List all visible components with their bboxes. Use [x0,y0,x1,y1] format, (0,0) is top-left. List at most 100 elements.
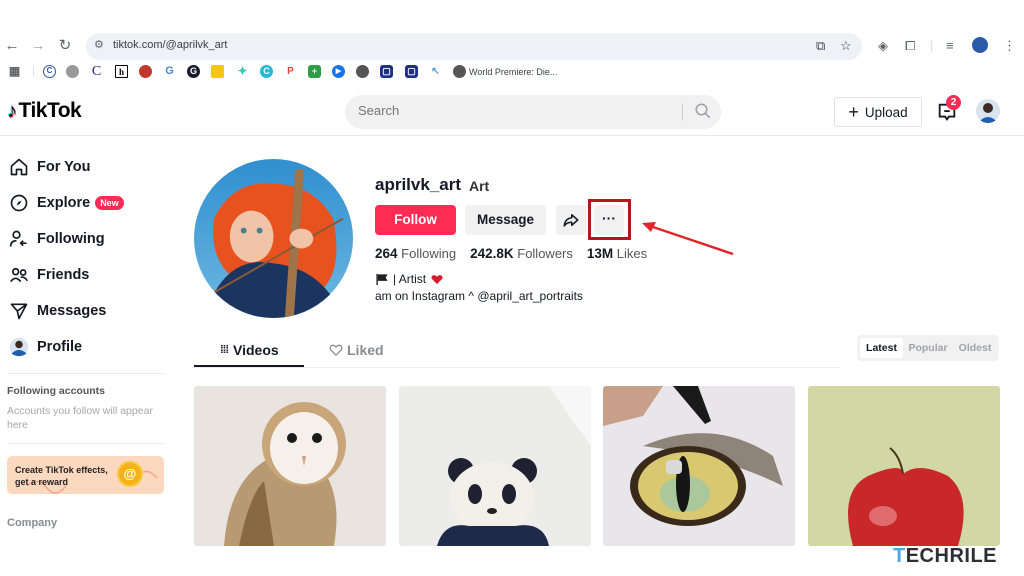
sidebar-item-explore[interactable]: Explore New [9,189,124,217]
sidebar-item-label: For You [37,159,91,175]
sidebar-item-friends[interactable]: Friends [9,261,89,289]
effects-coin-icon: @ [117,461,143,487]
search-input[interactable] [358,103,678,118]
media-control-icon[interactable]: ≡ [946,38,954,53]
bookmark-star-icon[interactable]: ☆ [840,38,852,54]
bookmark-label[interactable]: World Premiere: Die... [469,67,557,77]
stat-followers[interactable]: 242.8K Followers [470,246,573,261]
search-divider [682,103,683,121]
blue-play-icon[interactable]: ▶ [332,65,345,78]
bio-line-1: | Artist [375,272,444,286]
tab-label: Videos [233,342,279,358]
yellow-hat-icon[interactable] [211,65,224,78]
url-text[interactable]: tiktok.com/@aprilvk_art [113,39,227,51]
toolbar-divider: | [930,38,934,53]
watermark-text: ECHRILE [905,545,998,567]
logo-text: TikTok [18,99,82,122]
share-button[interactable] [556,205,586,235]
create-effects-card[interactable]: Create TikTok effects, get a reward @ [7,456,164,494]
sort-popular[interactable]: Popular [905,338,951,358]
sidebar-item-messages[interactable]: Messages [9,297,106,325]
stat-value: 242.8K [470,246,514,261]
tiktok-header: ♪ TikTok + Upload 2 [0,88,1024,136]
stat-value: 264 [375,246,398,261]
profile-username: aprilvk_art [375,175,461,194]
flag-icon [376,273,388,285]
sidebar-item-label: Following [37,231,105,247]
profile-nickname: Art [469,178,490,194]
sparkle-icon[interactable]: ✦ [236,65,249,78]
tiktok-note-icon: ♪ [7,99,17,122]
search-icon[interactable] [694,102,712,120]
reload-icon[interactable]: ↻ [55,36,75,56]
sort-toggle: Latest Popular Oldest [857,335,999,361]
tab-liked[interactable]: Liked [329,342,384,358]
sidebar-item-following[interactable]: Following [9,225,105,253]
following-accounts-heading: Following accounts [7,385,106,397]
grid-icon: ⁞⁞⁞ [220,344,229,356]
video-thumbnail-owl[interactable] [194,386,386,546]
canva-icon[interactable]: C [260,65,273,78]
video-thumbnail-cat-eye[interactable] [603,386,795,546]
sidebar-item-label: Messages [37,303,107,319]
bookmarks-bar: ▦ | C C h G G ✦ C P + ▶ ▢ ▢ ↖ World Prem… [0,62,1024,84]
letter-c-icon[interactable]: C [90,65,103,79]
apps-grid-icon[interactable]: ▦ [8,65,21,78]
sidebar-divider [7,443,164,444]
cursor-icon[interactable]: ↖ [429,65,442,78]
site-info-icon[interactable]: ⚙ [94,38,104,51]
friends-icon [10,267,29,283]
annotation-highlight-box [588,199,631,240]
sidebar-item-profile[interactable]: Profile [9,333,82,361]
upload-label: Upload [864,104,908,120]
shield-extension-icon[interactable]: ◈ [878,38,888,54]
extensions-icon[interactable]: ⧠ [905,38,915,54]
send-icon [10,303,28,320]
sort-latest[interactable]: Latest [860,338,903,358]
stat-following[interactable]: 264 Following [375,246,456,261]
plus-icon: + [848,101,859,122]
follow-button[interactable]: Follow [375,205,456,235]
home-icon [10,158,28,176]
letter-h-icon[interactable]: h [115,65,128,78]
avatar [9,337,29,357]
g-logo-icon[interactable]: G [163,65,176,78]
g-dark-icon[interactable]: G [187,65,200,78]
menu-kebab-icon[interactable]: ⋮ [1003,38,1016,54]
message-button[interactable]: Message [465,205,546,235]
compass-icon [10,194,28,212]
p-icon[interactable]: P [284,65,297,78]
copyright-icon[interactable]: C [43,65,56,78]
following-icon [9,230,27,247]
globe-bookmark-icon[interactable] [453,65,466,78]
chat-square-icon[interactable]: ▢ [380,65,393,78]
sort-oldest[interactable]: Oldest [953,338,997,358]
watermark-t: T [893,545,906,567]
globe-icon[interactable] [356,65,369,78]
profile-avatar [194,159,353,318]
profile-avatar-icon[interactable] [972,37,988,53]
upload-button[interactable]: + Upload [834,97,922,127]
tab-videos[interactable]: ⁞⁞⁞ Videos [220,342,279,358]
bookmark-divider: | [32,65,35,77]
address-bar[interactable]: ⚙ tiktok.com/@aprilvk_art ⧉ ☆ [86,33,862,60]
stat-value: 13M [586,246,614,261]
user-avatar[interactable] [976,99,1000,123]
gear-badge-icon[interactable] [66,65,79,78]
browser-chrome: ← → ↻ ⚙ tiktok.com/@aprilvk_art ⧉ ☆ ◈ ⧠ … [0,28,1024,88]
tiktok-logo[interactable]: ♪ TikTok [7,99,82,123]
sidebar-item-label: Friends [37,267,90,283]
forward-icon[interactable]: → [28,36,48,56]
video-thumbnail-apple[interactable] [808,386,1000,546]
stat-likes: 13M Likes [587,246,647,261]
green-plus-icon[interactable]: + [308,65,321,78]
video-thumbnail-panda[interactable] [399,386,591,546]
chat-square-icon-2[interactable]: ▢ [405,65,418,78]
company-link[interactable]: Company [7,517,57,529]
heart-lock-icon [329,344,343,356]
sidebar-item-for-you[interactable]: For You [9,153,90,181]
install-app-icon[interactable]: ⧉ [816,38,825,54]
inbox-badge: 2 [946,95,961,110]
red-circle-icon[interactable] [139,65,152,78]
back-icon[interactable]: ← [2,36,22,56]
